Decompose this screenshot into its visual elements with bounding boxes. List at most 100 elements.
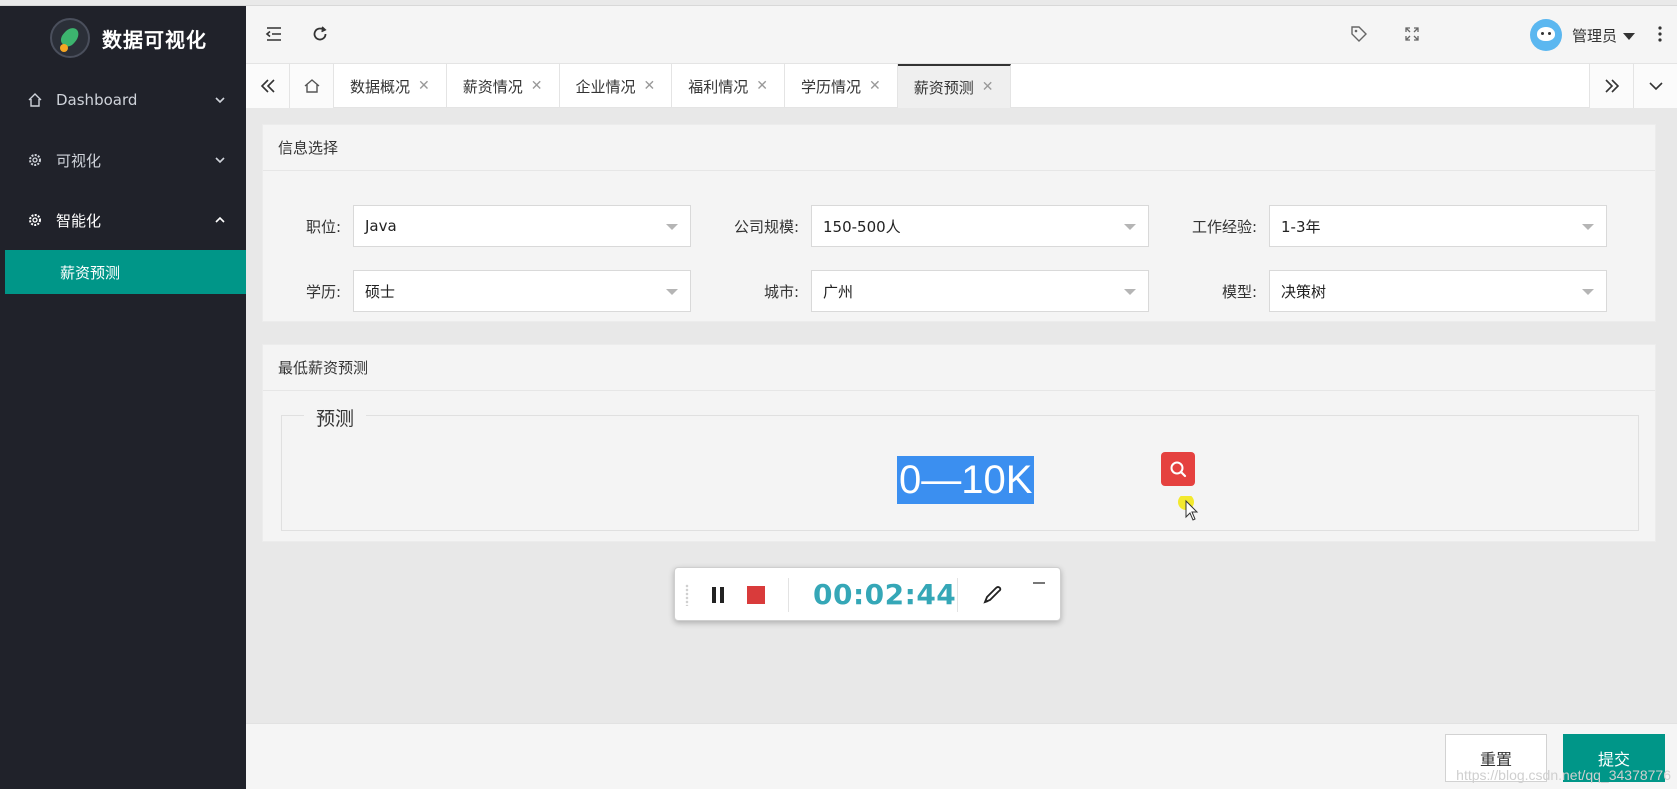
field-label: 工作经验: [1191,217,1257,236]
close-icon[interactable]: ✕ [644,78,656,94]
education-select[interactable]: 硕士 [353,270,691,312]
tab-label: 福利情况 [688,77,749,96]
field-label: 职位: [305,217,341,236]
form-item-education: 学历: 硕士 [263,270,691,312]
screen-recorder-toolbar: 00:02:44 [674,567,1061,621]
form-item-city: 城市: 广州 [721,270,1149,312]
user-name: 管理员 [1571,26,1617,45]
pause-icon[interactable] [705,582,731,608]
more-vertical-icon[interactable] [1646,20,1674,48]
field-label: 模型: [1221,282,1257,301]
watermark: https://blog.csdn.net/qq_34378776 [1456,767,1671,783]
sidebar-item-dashboard[interactable]: Dashboard [0,70,246,130]
prediction-result: 0—10K [897,456,1035,504]
tabs-dropdown-icon[interactable] [1633,64,1677,108]
caret-down-icon [666,224,678,230]
tab-data-overview[interactable]: 数据概况 ✕ [334,64,447,108]
sidebar-item-label: 智能化 [56,211,102,230]
model-select[interactable]: 决策树 [1269,270,1607,312]
minimize-icon[interactable] [1030,574,1048,590]
fieldset-legend: 预测 [304,404,367,431]
brand-title: 数据可视化 [102,27,207,52]
select-value: 广州 [823,282,854,301]
close-icon[interactable]: ✕ [418,78,430,94]
tag-icon[interactable] [1345,20,1373,48]
sidebar-item-intelligence[interactable]: 智能化 [0,190,246,250]
min-salary-prediction-card: 最低薪资预测 预测 0—10K [262,344,1656,542]
form-item-company-size: 公司规模: 150-500人 [721,205,1149,247]
caret-down-icon [1124,224,1136,230]
field-label: 学历: [305,282,341,301]
chevron-down-icon [214,92,226,110]
close-icon[interactable]: ✕ [982,79,994,95]
sidebar: 数据可视化 Dashboard 可视化 智能化 薪资预测 [0,6,246,789]
tab-home[interactable] [290,64,334,108]
sidebar-item-visualization[interactable]: 可视化 [0,130,246,190]
field-label: 公司规模: [733,217,799,236]
gear-icon [26,151,44,169]
tab-label: 薪资预测 [913,78,974,97]
prediction-fieldset: 预测 0—10K [281,404,1639,531]
stop-icon[interactable] [743,582,769,608]
info-select-card: 信息选择 职位: Java 公司规模: 150-500人 工作经验: 1-3年 … [262,124,1656,322]
form-item-experience: 工作经验: 1-3年 [1179,205,1607,247]
menu-collapse-icon[interactable] [260,20,288,48]
drag-handle-icon[interactable] [685,584,689,606]
tab-welfare-status[interactable]: 福利情况 ✕ [672,64,785,108]
divider [957,578,958,612]
experience-select[interactable]: 1-3年 [1269,205,1607,247]
tab-label: 企业情况 [575,77,636,96]
form-footer: 重置 提交 https://blog.csdn.net/qq_34378776 [246,723,1677,789]
brand: 数据可视化 [0,6,246,70]
tab-salary-prediction[interactable]: 薪资预测 ✕ [897,64,1011,108]
chevron-down-icon [214,152,226,170]
sidebar-item-label: Dashboard [56,91,138,109]
form-item-position: 职位: Java [263,205,691,247]
home-icon [26,91,44,109]
refresh-icon[interactable] [306,20,334,48]
caret-down-icon [1623,26,1635,45]
tab-bar: 数据概况 ✕ 薪资情况 ✕ 企业情况 ✕ 福利情况 ✕ 学历情况 ✕ 薪资预测 ✕ [246,64,1677,108]
tab-label: 薪资情况 [462,77,523,96]
select-value: 硕士 [365,282,396,301]
city-select[interactable]: 广州 [811,270,1149,312]
card-title: 最低薪资预测 [263,345,1655,391]
card-title: 信息选择 [263,125,1655,171]
tabs-scroll-left-icon[interactable] [246,64,290,108]
top-header: 管理员 [246,6,1677,64]
main-content: 信息选择 职位: Java 公司规模: 150-500人 工作经验: 1-3年 … [246,108,1677,723]
tab-education-status[interactable]: 学历情况 ✕ [785,64,898,108]
rocket-logo-icon [50,18,90,58]
mouse-cursor-icon [1178,494,1202,530]
form-item-model: 模型: 决策树 [1179,270,1607,312]
tab-label: 学历情况 [801,77,862,96]
pen-icon[interactable] [979,582,1005,608]
user-menu[interactable]: 管理员 [1529,18,1635,52]
sidebar-subitem-salary-prediction[interactable]: 薪资预测 [5,250,246,294]
close-icon[interactable]: ✕ [869,78,881,94]
field-label: 城市: [763,282,799,301]
avatar [1529,19,1562,51]
caret-down-icon [1124,289,1136,295]
gear-icon [26,211,44,229]
tabs-right-controls [1589,64,1677,108]
sidebar-item-label: 可视化 [56,151,102,170]
app-root: 数据可视化 Dashboard 可视化 智能化 薪资预测 管理员 数据概况 ✕ … [0,0,1677,789]
recording-timer: 00:02:44 [813,578,957,611]
tabs-scroll-right-icon[interactable] [1589,64,1633,108]
select-value: 150-500人 [823,217,901,236]
tab-salary-status[interactable]: 薪资情况 ✕ [447,64,560,108]
select-value: Java [365,217,397,235]
position-select[interactable]: Java [353,205,691,247]
company-size-select[interactable]: 150-500人 [811,205,1149,247]
search-icon[interactable] [1161,452,1195,486]
caret-down-icon [1582,224,1594,230]
select-value: 1-3年 [1281,217,1321,236]
fullscreen-icon[interactable] [1398,20,1426,48]
select-value: 决策树 [1281,282,1327,301]
close-icon[interactable]: ✕ [756,78,768,94]
close-icon[interactable]: ✕ [531,78,543,94]
divider [788,578,789,612]
tab-company-status[interactable]: 企业情况 ✕ [560,64,673,108]
caret-down-icon [1582,289,1594,295]
